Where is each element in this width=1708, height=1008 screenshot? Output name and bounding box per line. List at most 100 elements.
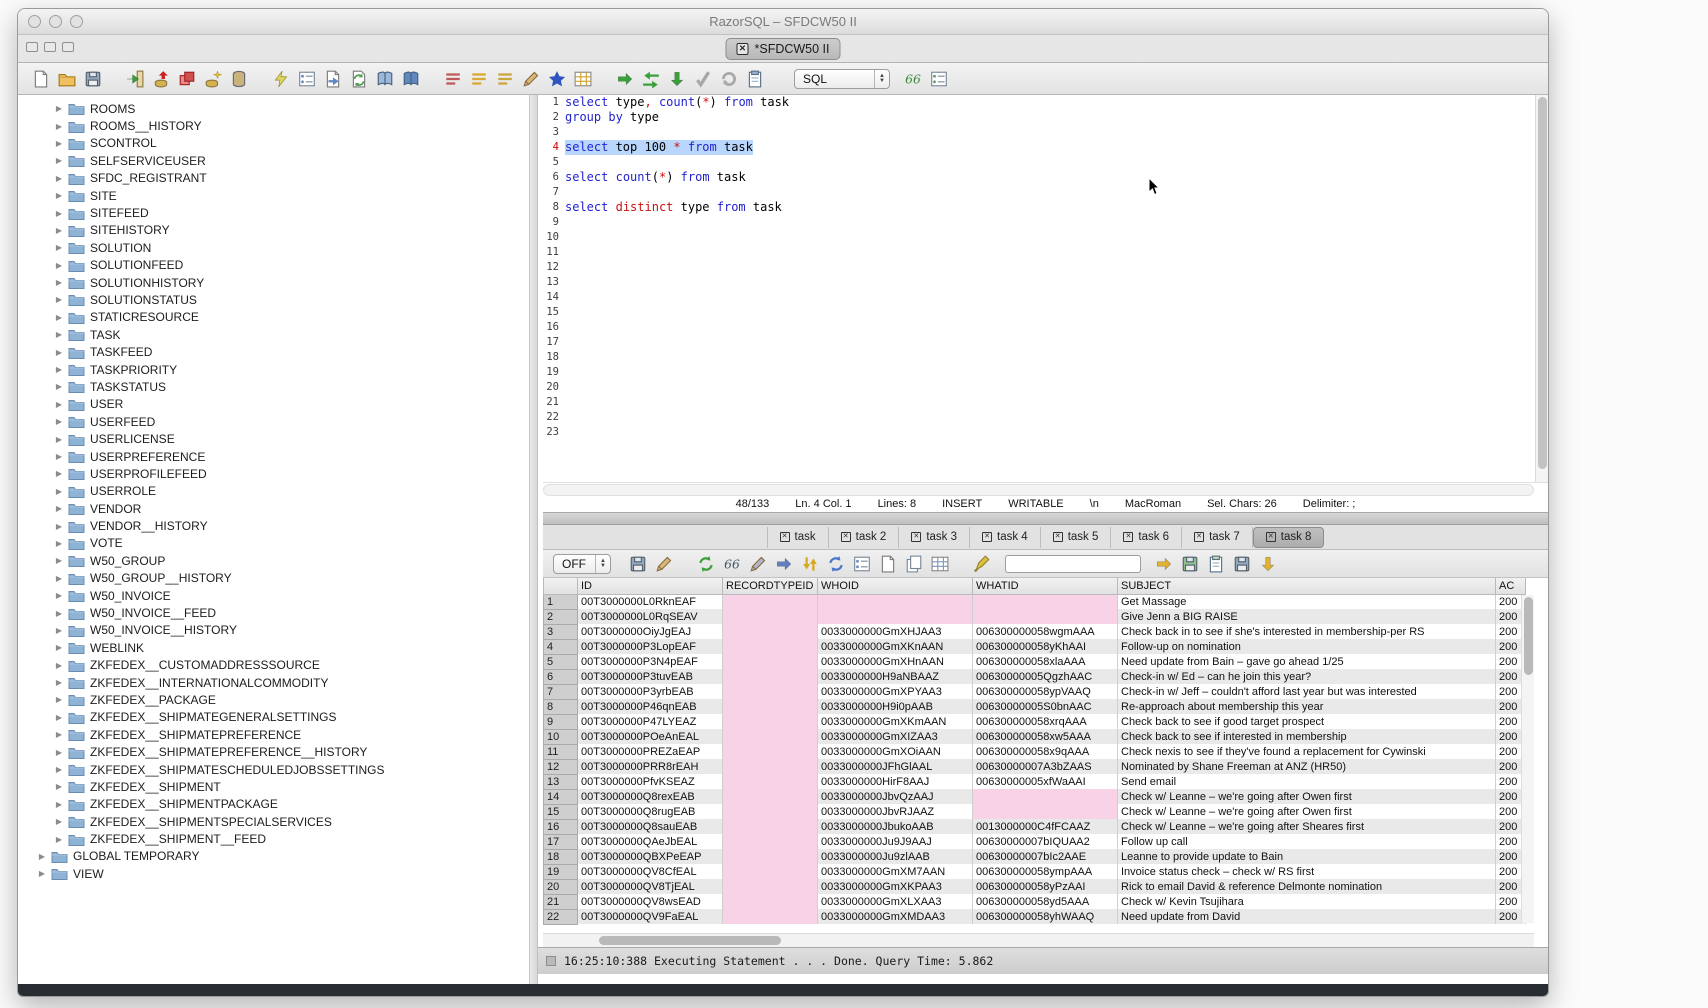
cell-subject[interactable]: Check back to see if good target prospec… xyxy=(1118,714,1496,729)
result-tab-task[interactable]: ✕task xyxy=(767,527,829,548)
cell-whoid[interactable]: 0033000000JbvQzAAJ xyxy=(818,789,973,804)
cell-rownum[interactable]: 17 xyxy=(544,834,578,849)
cell-recordtypeid[interactable] xyxy=(723,729,818,744)
disclosure-triangle-icon[interactable]: ▶ xyxy=(52,609,66,618)
tree-item-solutionfeed[interactable]: ▶SOLUTIONFEED xyxy=(18,257,529,274)
result-tab-close-icon[interactable]: ✕ xyxy=(1266,532,1276,542)
cell-rownum[interactable]: 18 xyxy=(544,849,578,864)
cell-whoid[interactable]: 0033000000GmXIZAA3 xyxy=(818,729,973,744)
cell-whatid[interactable]: 006300000058wgmAAA xyxy=(973,624,1118,639)
cell-whatid[interactable]: 006300000058xlaAAA xyxy=(973,654,1118,669)
disclosure-triangle-icon[interactable]: ▶ xyxy=(52,469,66,478)
cell-whoid[interactable]: 0033000000GmXLXAA3 xyxy=(818,894,973,909)
disclosure-triangle-icon[interactable]: ▶ xyxy=(52,556,66,565)
cell-subject[interactable]: Leanne to provide update to Bain xyxy=(1118,849,1496,864)
table-row-16[interactable]: 1600T3000000Q8sauEAB0033000000JbukoAAB00… xyxy=(544,819,1526,834)
tree-item-sitehistory[interactable]: ▶SITEHISTORY xyxy=(18,222,529,239)
form-view-icon[interactable] xyxy=(853,555,871,573)
execute-script-icon[interactable] xyxy=(272,70,290,88)
filter-edit-icon[interactable] xyxy=(655,555,673,573)
editor-line-6[interactable]: 6select count(*) from task xyxy=(543,170,1548,185)
cell-rownum[interactable]: 13 xyxy=(544,774,578,789)
cell-id[interactable]: 00T3000000P3yrbEAB xyxy=(578,684,723,699)
cell-whatid[interactable]: 006300000058yPzAAI xyxy=(973,879,1118,894)
insert-row-icon[interactable] xyxy=(775,555,793,573)
disclosure-triangle-icon[interactable]: ▶ xyxy=(52,522,66,531)
cell-whoid[interactable]: 0033000000JbvRJAAZ xyxy=(818,804,973,819)
cell-recordtypeid[interactable] xyxy=(723,849,818,864)
cell-subject[interactable]: Nominated by Shane Freeman at ANZ (HR50) xyxy=(1118,759,1496,774)
cell-subject[interactable]: Check w/ Leanne – we're going after Owen… xyxy=(1118,789,1496,804)
disclosure-triangle-icon[interactable]: ▶ xyxy=(52,174,66,183)
cell-whoid[interactable]: 0033000000H9aNBAAZ xyxy=(818,669,973,684)
cell-recordtypeid[interactable] xyxy=(723,744,818,759)
disclosure-triangle-icon[interactable]: ▶ xyxy=(52,435,66,444)
cell-rownum[interactable]: 1 xyxy=(544,594,578,609)
refresh-results-icon[interactable] xyxy=(697,555,715,573)
cell-whoid[interactable]: 0033000000GmXMDAA3 xyxy=(818,909,973,924)
cell-id[interactable]: 00T3000000QAeJbEAL xyxy=(578,834,723,849)
column-header-WHOID[interactable]: WHOID xyxy=(818,578,973,594)
tree-item-sitefeed[interactable]: ▶SITEFEED xyxy=(18,204,529,221)
editor-line-4[interactable]: 4select top 100 * from task xyxy=(543,140,1548,155)
save-results-icon[interactable] xyxy=(629,555,647,573)
table-row-19[interactable]: 1900T3000000QV8CfEAL0033000000GmXM7AAN00… xyxy=(544,864,1526,879)
column-header-rownum[interactable] xyxy=(544,578,578,594)
cell-rownum[interactable]: 9 xyxy=(544,714,578,729)
result-tab-close-icon[interactable]: ✕ xyxy=(982,532,992,542)
editor-line-10[interactable]: 10 xyxy=(543,230,1548,245)
frame-restore-icon[interactable] xyxy=(26,42,38,52)
close-window-button[interactable] xyxy=(28,15,41,28)
disclosure-triangle-icon[interactable]: ▶ xyxy=(52,817,66,826)
go-next-icon[interactable] xyxy=(1155,555,1173,573)
cell-whatid[interactable]: 00630000005QgzhAAC xyxy=(973,669,1118,684)
document-tab[interactable]: ✕ *SFDCW50 II xyxy=(725,38,840,60)
cell-subject[interactable]: Rick to email David & reference Delmonte… xyxy=(1118,879,1496,894)
tree-item-vendor-history[interactable]: ▶VENDOR__HISTORY xyxy=(18,517,529,534)
cell-id[interactable]: 00T3000000P3tuvEAB xyxy=(578,669,723,684)
result-tab-close-icon[interactable]: ✕ xyxy=(841,532,851,542)
table-row-13[interactable]: 1300T3000000PfvKSEAZ0033000000HirF8AAJ00… xyxy=(544,774,1526,789)
table-row-3[interactable]: 300T3000000OiyJgEAJ0033000000GmXHJAA3006… xyxy=(544,624,1526,639)
cell-id[interactable]: 00T3000000OiyJgEAJ xyxy=(578,624,723,639)
tree-item-solutionstatus[interactable]: ▶SOLUTIONSTATUS xyxy=(18,291,529,308)
cell-recordtypeid[interactable] xyxy=(723,624,818,639)
editor-line-18[interactable]: 18 xyxy=(543,350,1548,365)
table-row-18[interactable]: 1800T3000000QBXPeEAP0033000000Ju9zlAAB00… xyxy=(544,849,1526,864)
cell-rownum[interactable]: 12 xyxy=(544,759,578,774)
cell-rownum[interactable]: 4 xyxy=(544,639,578,654)
table-row-12[interactable]: 1200T3000000PRR8rEAH0033000000JFhGlAAL00… xyxy=(544,759,1526,774)
cell-whatid[interactable]: 0013000000C4fFCAAZ xyxy=(973,819,1118,834)
column-header-ID[interactable]: ID xyxy=(578,578,723,594)
tree-item-zkfedex-shipmentpackage[interactable]: ▶ZKFEDEX__SHIPMENTPACKAGE xyxy=(18,796,529,813)
editor-line-15[interactable]: 15 xyxy=(543,305,1548,320)
table-row-20[interactable]: 2000T3000000QV8TjEAL0033000000GmXKPAA300… xyxy=(544,879,1526,894)
tree-item-w50-group-history[interactable]: ▶W50_GROUP__HISTORY xyxy=(18,570,529,587)
cell-id[interactable]: 00T3000000P3N4pEAF xyxy=(578,654,723,669)
result-tab-task-2[interactable]: ✕task 2 xyxy=(829,527,900,548)
row-limit-combobox[interactable]: OFF ▲▼ xyxy=(553,554,611,574)
horizontal-splitter[interactable] xyxy=(543,512,1548,525)
editor-line-12[interactable]: 12 xyxy=(543,260,1548,275)
tree-item-zkfedex-customaddresssource[interactable]: ▶ZKFEDEX__CUSTOMADDRESSSOURCE xyxy=(18,657,529,674)
disclosure-triangle-icon[interactable]: ▶ xyxy=(52,156,66,165)
cell-subject[interactable]: Re-approach about membership this year xyxy=(1118,699,1496,714)
cell-whoid[interactable]: 0033000000GmXHJAA3 xyxy=(818,624,973,639)
cell-whoid[interactable]: 0033000000Ju9zlAAB xyxy=(818,849,973,864)
result-tab-task-5[interactable]: ✕task 5 xyxy=(1041,527,1112,548)
cell-subject[interactable]: Check back in to see if she's interested… xyxy=(1118,624,1496,639)
tree-item-rooms[interactable]: ▶ROOMS xyxy=(18,100,529,117)
cell-whoid[interactable]: 0033000000GmXKmAAN xyxy=(818,714,973,729)
cell-recordtypeid[interactable] xyxy=(723,804,818,819)
editor-line-16[interactable]: 16 xyxy=(543,320,1548,335)
disclosure-triangle-icon[interactable]: ▶ xyxy=(52,382,66,391)
column-header-SUBJECT[interactable]: SUBJECT xyxy=(1118,578,1496,594)
cell-id[interactable]: 00T3000000P3LopEAF xyxy=(578,639,723,654)
tree-item-rooms-history[interactable]: ▶ROOMS__HISTORY xyxy=(18,117,529,134)
tree-item-staticresource[interactable]: ▶STATICRESOURCE xyxy=(18,309,529,326)
cell-id[interactable]: 00T3000000Q8rexEAB xyxy=(578,789,723,804)
tree-item-vote[interactable]: ▶VOTE xyxy=(18,535,529,552)
zoom-window-button[interactable] xyxy=(70,15,83,28)
disclosure-triangle-icon[interactable]: ▶ xyxy=(52,313,66,322)
cell-rownum[interactable]: 6 xyxy=(544,669,578,684)
